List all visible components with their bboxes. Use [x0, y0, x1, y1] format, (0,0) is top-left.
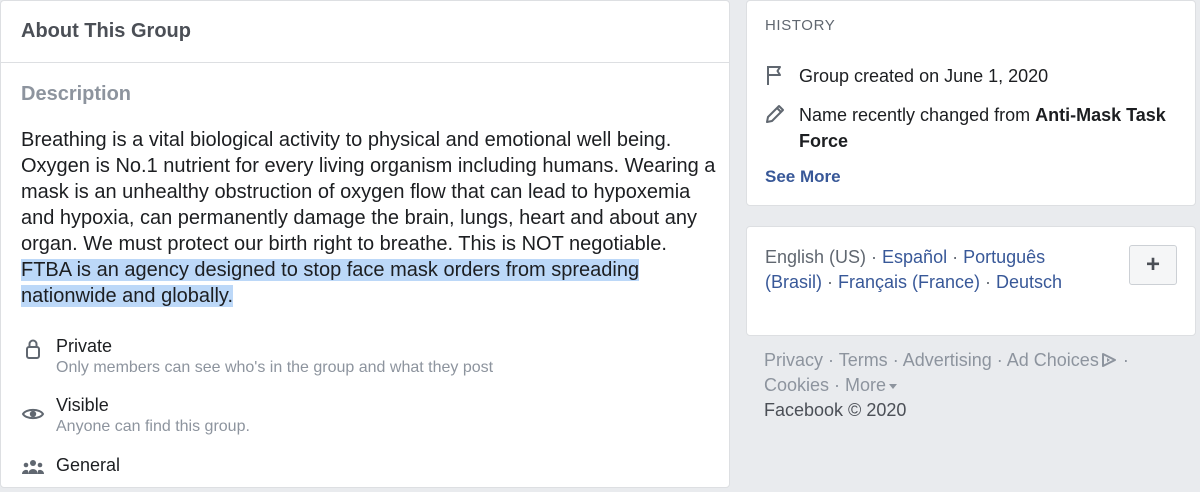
separator: ·: [991, 350, 1007, 370]
lock-icon: [26, 339, 40, 359]
caret-down-icon: [889, 384, 898, 389]
flag-icon: [767, 66, 781, 85]
about-card-title: About This Group: [1, 1, 729, 63]
separator: ·: [1117, 350, 1129, 370]
current-language: English (US): [765, 247, 867, 267]
language-list: English (US) · Español · Português (Bras…: [765, 245, 1105, 295]
visibility-label: Visible: [56, 395, 109, 415]
description-body: Breathing is a vital biological activity…: [21, 129, 716, 255]
language-card: English (US) · Español · Português (Bras…: [746, 226, 1196, 336]
footer-copyright: Facebook © 2020: [764, 400, 907, 420]
footer-link-advertising[interactable]: Advertising: [903, 350, 992, 370]
separator: ·: [887, 350, 903, 370]
separator: ·: [822, 272, 838, 292]
name-change-prefix: Name recently changed from: [799, 105, 1036, 125]
language-option-spanish[interactable]: Español: [882, 247, 947, 267]
eye-icon: [21, 408, 45, 420]
privacy-label: Private: [56, 336, 113, 356]
privacy-row: Private Only members can see who's in th…: [21, 335, 493, 379]
footer-link-cookies[interactable]: Cookies: [764, 375, 829, 395]
history-name-change-text: Name recently changed from Anti-Mask Tas…: [799, 102, 1194, 154]
separator: ·: [947, 247, 964, 267]
description-highlighted-text: FTBA is an agency designed to stop face …: [21, 259, 640, 307]
visibility-detail: Anyone can find this group.: [56, 418, 250, 435]
footer-link-terms[interactable]: Terms: [839, 350, 888, 370]
history-heading: HISTORY: [765, 17, 836, 34]
pencil-icon: [766, 105, 784, 123]
more-label: More: [845, 375, 887, 395]
add-language-button[interactable]: +: [1129, 245, 1177, 285]
description-text: Breathing is a vital biological activity…: [21, 127, 721, 309]
description-heading: Description: [21, 83, 132, 105]
footer: Privacy · Terms · Advertising · Ad Choic…: [764, 348, 1184, 423]
separator: ·: [980, 272, 997, 292]
history-card: HISTORY Group created on June 1, 2020 Na…: [746, 0, 1196, 206]
language-option-german[interactable]: Deutsch: [996, 272, 1062, 292]
group-people-icon: [21, 460, 45, 474]
separator: ·: [823, 350, 839, 370]
category-label: General: [56, 455, 121, 475]
separator: ·: [866, 247, 883, 267]
ad-choices-icon: [1101, 353, 1116, 367]
see-more-link[interactable]: See More: [765, 167, 841, 187]
separator: ·: [829, 375, 846, 395]
history-created-row: Group created on June 1, 2020: [763, 63, 1194, 89]
category-row: General: [21, 454, 120, 479]
history-created-text: Group created on June 1, 2020: [799, 66, 1049, 86]
history-name-change-row: Name recently changed from Anti-Mask Tas…: [763, 102, 1194, 154]
ad-choices-label: Ad Choices: [1006, 350, 1099, 370]
footer-link-more[interactable]: More: [845, 375, 898, 395]
visibility-row: Visible Anyone can find this group.: [21, 394, 250, 438]
footer-link-privacy[interactable]: Privacy: [764, 350, 823, 370]
privacy-detail: Only members can see who's in the group …: [56, 359, 494, 376]
footer-link-ad-choices[interactable]: Ad Choices: [1007, 350, 1118, 370]
language-option-french[interactable]: Français (France): [838, 272, 980, 292]
about-group-card: About This Group Description Breathing i…: [0, 0, 730, 488]
